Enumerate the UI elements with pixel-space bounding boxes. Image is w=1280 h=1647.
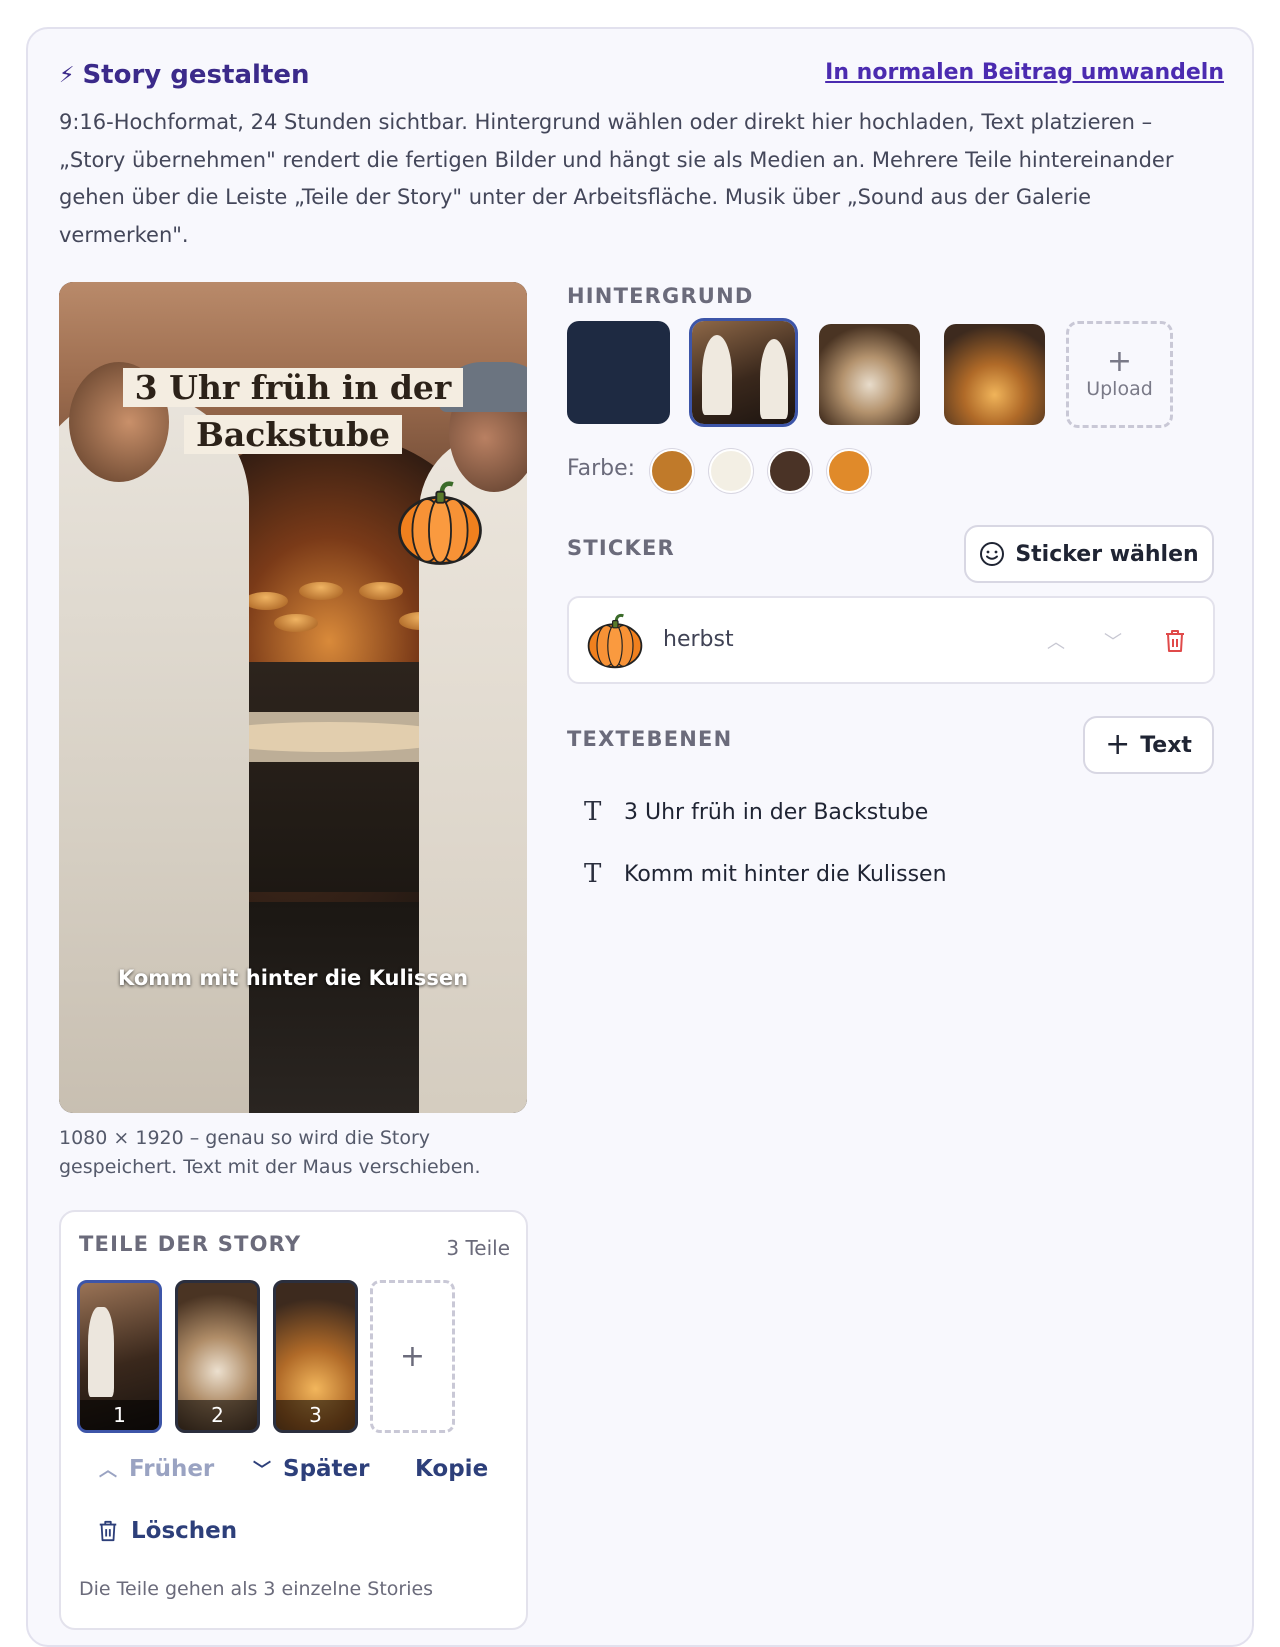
add-story-part-button[interactable]: + [370,1280,455,1433]
background-option-bakers[interactable] [689,318,798,427]
text-layer-item[interactable]: T 3 Uhr früh in der Backstube [584,797,928,827]
trash-icon[interactable] [1163,628,1187,654]
add-text-label: Text [1140,732,1192,758]
chevron-down-icon[interactable]: ﹀ [1104,628,1122,654]
canvas-headline-label: 3 Uhr früh in der Backstube [122,368,464,454]
move-later-label: Später [283,1456,370,1482]
pumpkin-icon [587,613,643,669]
move-earlier-label: Früher [129,1456,215,1482]
canvas-bg-bun [244,592,288,610]
pumpkin-icon[interactable] [394,477,486,569]
story-parts-count: 3 Teile [446,1236,510,1260]
canvas-bg-bun [274,614,318,632]
story-parts-panel: TEILE DER STORY 3 Teile 1 2 3 + ︿ Früher… [59,1210,528,1630]
thumb-figure [88,1307,114,1397]
plus-icon: + [399,1339,426,1374]
color-swatch-ochre[interactable] [650,449,694,493]
story-part-number: 2 [178,1400,257,1430]
canvas-subline-text[interactable]: Komm mit hinter die Kulissen [59,966,527,990]
story-part-thumb[interactable]: 3 [273,1280,358,1433]
chevron-up-icon: ︿ [99,1460,117,1481]
bolt-icon: ⚡ [59,62,75,88]
delete-part-button[interactable]: Löschen [97,1518,237,1544]
delete-part-label: Löschen [131,1518,238,1544]
intro-text: 9:16-Hochformat, 24 Stunden sichtbar. Hi… [59,110,1174,247]
move-later-button[interactable]: ﹀ Später [253,1456,370,1482]
copy-part-label: Kopie [415,1456,489,1482]
convert-to-post-link[interactable]: In normalen Beitrag umwandeln [825,60,1224,85]
sticker-item-label: herbst [663,627,734,652]
trash-icon [99,1520,117,1542]
smiley-icon [980,542,1005,566]
add-text-button[interactable]: + Text [1083,716,1214,774]
sticker-label: STICKER [567,536,675,560]
story-part-number: 3 [276,1400,355,1430]
choose-sticker-button[interactable]: Sticker wählen [964,525,1214,583]
background-option-dark[interactable] [567,321,670,424]
upload-label: Upload [1086,377,1153,400]
text-layers-label: TEXTEBENEN [567,727,733,751]
thumb-figure [702,335,732,415]
story-part-thumb[interactable]: 1 [77,1280,162,1433]
background-option-bread[interactable] [819,324,920,425]
text-layer-item[interactable]: T Komm mit hinter die Kulissen [584,859,947,889]
story-canvas[interactable]: 3 Uhr früh in der Backstube Komm mit hin… [59,282,527,1113]
text-layer-label: Komm mit hinter die Kulissen [624,861,947,887]
story-parts-label: TEILE DER STORY [79,1232,302,1256]
copy-part-button[interactable]: Kopie [415,1456,488,1482]
background-label: HINTERGRUND [567,284,754,308]
move-earlier-button[interactable]: ︿ Früher [99,1456,214,1482]
thumb-figure [760,339,788,419]
canvas-headline-text[interactable]: 3 Uhr früh in der Backstube [59,364,527,458]
background-option-rolls[interactable] [944,324,1045,425]
canvas-bg-baker-left [59,392,249,1113]
canvas-bg-bun [299,582,343,600]
text-type-icon: T [584,859,602,889]
color-swatch-orange[interactable] [827,449,871,493]
canvas-bg-bun [359,582,403,600]
story-parts-note: Die Teile gehen als 3 einzelne Stories [79,1578,434,1600]
chevron-down-icon: ﹀ [253,1460,271,1481]
upload-background-button[interactable]: + Upload [1066,321,1173,428]
editor-title-text: Story gestalten [82,60,310,90]
plus-icon: + [1105,727,1131,762]
chevron-up-icon[interactable]: ︿ [1047,628,1065,654]
editor-title: ⚡ Story gestalten [59,60,309,90]
canvas-caption: 1080 × 1920 – genau so wird die Story ge… [59,1127,481,1178]
color-swatch-cream[interactable] [709,449,753,493]
color-swatch-brown[interactable] [768,449,812,493]
story-part-thumb[interactable]: 2 [175,1280,260,1433]
story-part-number: 1 [80,1400,159,1430]
sticker-list-item: herbst ︿ ﹀ [567,596,1215,684]
choose-sticker-label: Sticker wählen [1015,541,1199,567]
text-layer-label: 3 Uhr früh in der Backstube [624,799,929,825]
color-label: Farbe: [567,456,636,481]
text-type-icon: T [584,797,602,827]
plus-icon: + [1106,343,1133,379]
